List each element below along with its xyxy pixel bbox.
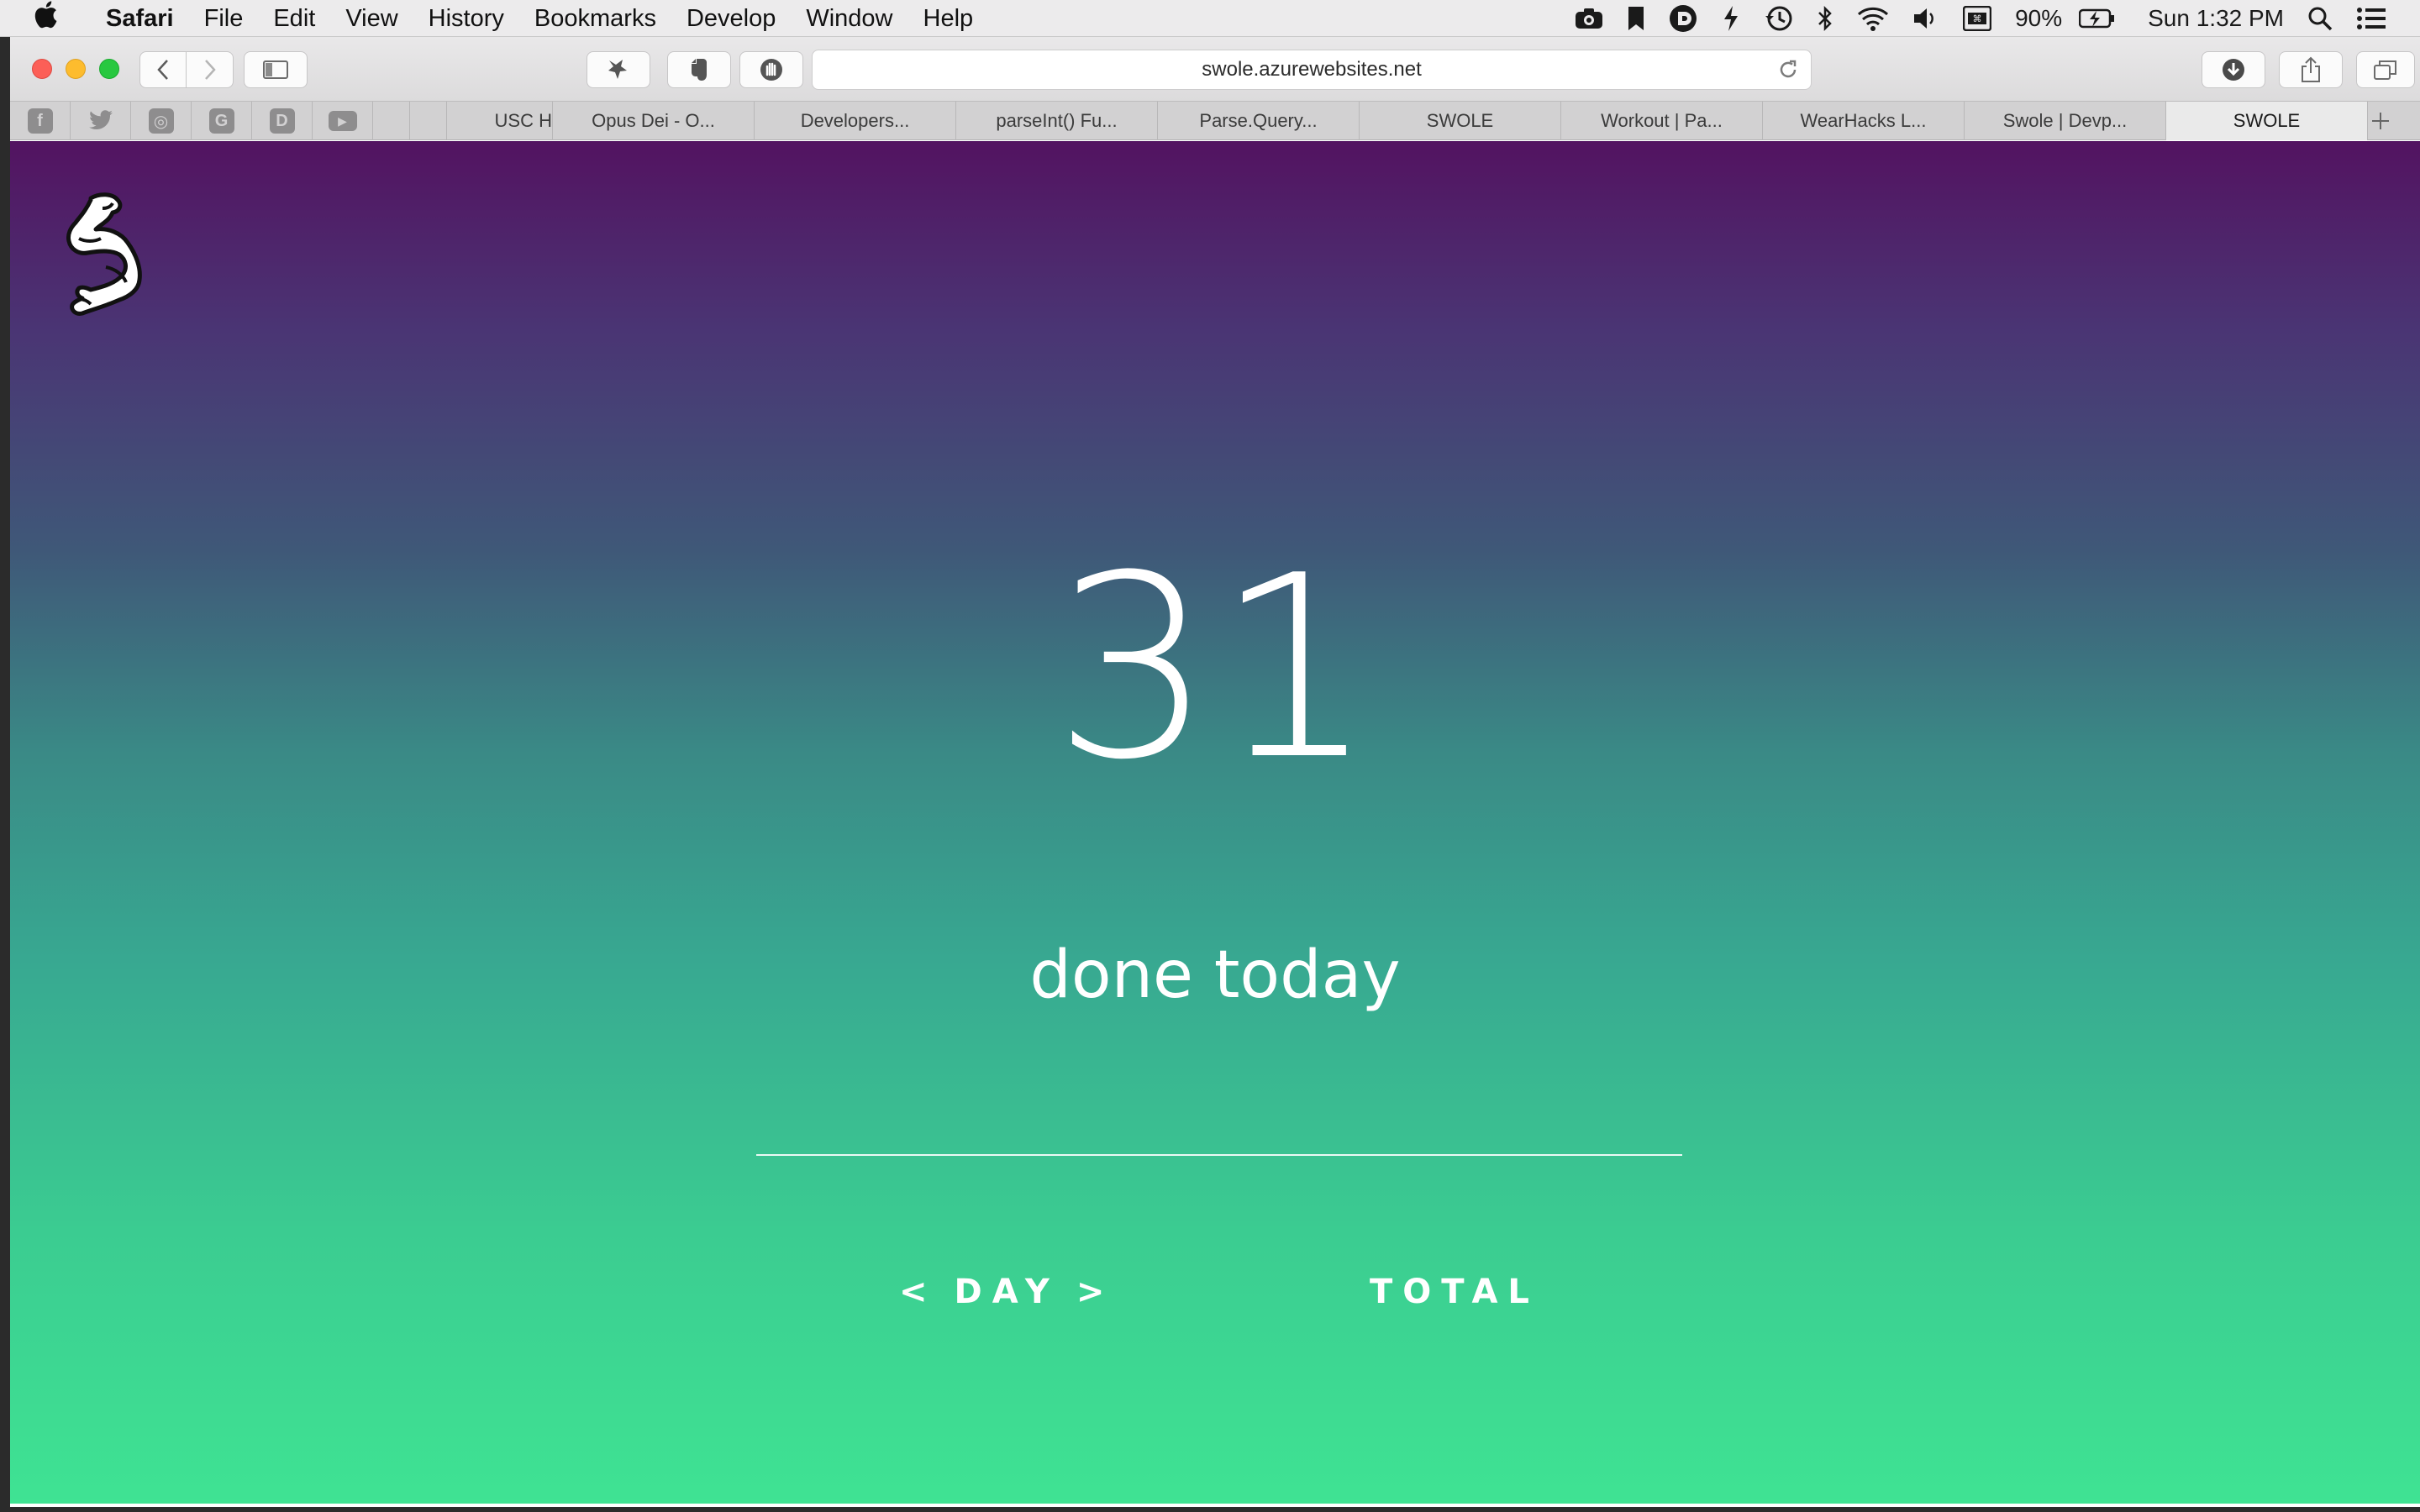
menu-file[interactable]: File [189, 0, 259, 37]
chevron-left-icon [157, 60, 168, 80]
show-all-tabs-button[interactable] [2356, 51, 2415, 88]
pinned-tab-youtube[interactable]: ▶ [313, 102, 373, 140]
camera-icon[interactable] [1563, 0, 1615, 37]
empty-tab[interactable] [410, 102, 447, 139]
tab-parseint[interactable]: parseInt() Fu... [956, 102, 1158, 140]
window-zoom-button[interactable] [99, 59, 119, 79]
google-icon: G [208, 108, 234, 134]
plus-icon [2372, 112, 2389, 129]
previous-period-button[interactable]: < [892, 1273, 944, 1311]
bookmark-icon[interactable] [1615, 0, 1657, 37]
download-icon [2223, 59, 2244, 81]
dashlane-icon[interactable] [1657, 0, 1709, 37]
new-tab-button[interactable] [2368, 102, 2393, 139]
browser-window: swole.azurewebsites.net f ◎ G D ▶ USC H … [10, 37, 2420, 1507]
wifi-icon[interactable] [1845, 0, 1901, 37]
time-machine-icon[interactable] [1753, 0, 1805, 37]
d-icon: D [269, 108, 295, 134]
dollar-sign-icon[interactable] [1709, 0, 1753, 37]
youtube-icon: ▶ [328, 111, 357, 131]
tab-swole[interactable]: SWOLE [1360, 102, 1561, 140]
clock[interactable]: Sun 1:32 PM [2128, 0, 2296, 37]
forward-button[interactable] [187, 51, 234, 88]
tab-opus-dei[interactable]: Opus Dei - O... [553, 102, 755, 140]
show-sidebar-button[interactable] [244, 51, 308, 88]
twitter-icon [88, 108, 113, 134]
reps-count: 31 [1053, 522, 1377, 815]
notification-center-icon[interactable] [2344, 0, 2398, 37]
sidebar-icon [263, 60, 288, 79]
extension-adblock-button[interactable] [739, 51, 803, 88]
period-label-day[interactable]: DAY [955, 1273, 1060, 1311]
count-subtitle: done today [1029, 937, 1401, 1013]
instagram-icon: ◎ [148, 108, 174, 134]
facebook-icon: f [27, 108, 53, 134]
empty-tab[interactable] [373, 102, 410, 139]
window-minimize-button[interactable] [66, 59, 86, 79]
extension-evernote-button[interactable] [667, 51, 731, 88]
pinned-tab-d[interactable]: D [252, 102, 313, 140]
tab-developers[interactable]: Developers... [755, 102, 956, 140]
web-page: 31 done today < DAY > TOTAL [10, 141, 2420, 1504]
total-toggle[interactable]: TOTAL [1370, 1267, 1539, 1317]
menu-edit[interactable]: Edit [258, 0, 330, 37]
window-close-button[interactable] [32, 59, 52, 79]
svg-text:⌘: ⌘ [1973, 13, 1982, 24]
battery-charging-icon[interactable] [2067, 0, 2128, 37]
apple-menu-icon[interactable] [0, 0, 91, 36]
tab-swole-active[interactable]: SWOLE [2166, 102, 2368, 140]
address-bar[interactable]: swole.azurewebsites.net [812, 50, 1812, 90]
address-url: swole.azurewebsites.net [1202, 58, 1422, 81]
battery-percentage: 90% [2015, 4, 2063, 31]
next-period-button[interactable]: > [1070, 1273, 1122, 1311]
tab-usc[interactable]: USC H [447, 102, 553, 140]
menu-app-safari[interactable]: Safari [91, 0, 189, 37]
volume-icon[interactable] [1901, 0, 1951, 37]
tab-wearhacks[interactable]: WearHacks L... [1763, 102, 1965, 140]
tab-swole-devpost[interactable]: Swole | Devp... [1965, 102, 2166, 140]
status-area: ⌘ 90% Sun 1:32 PM [1563, 0, 2420, 37]
menu-window[interactable]: Window [791, 0, 908, 37]
tab-overview-icon [2374, 60, 2396, 80]
period-selector: < DAY > [892, 1267, 1121, 1317]
tab-workout[interactable]: Workout | Pa... [1561, 102, 1763, 140]
chevron-right-icon [204, 60, 216, 80]
bluetooth-icon[interactable] [1805, 0, 1845, 37]
keyboard-viewer-icon[interactable]: ⌘ [1951, 0, 2003, 37]
menu-bar: Safari File Edit View History Bookmarks … [0, 0, 2420, 37]
menu-bookmarks[interactable]: Bookmarks [519, 0, 671, 37]
menu-view[interactable]: View [330, 0, 413, 37]
pinned-tab-facebook[interactable]: f [10, 102, 71, 140]
pinned-tab-instagram[interactable]: ◎ [131, 102, 192, 140]
extension-ninja-button[interactable] [587, 51, 650, 88]
hand-stop-icon [760, 59, 782, 81]
menu-develop[interactable]: Develop [671, 0, 791, 37]
menu-help[interactable]: Help [908, 0, 989, 37]
pinned-tab-google[interactable]: G [192, 102, 252, 140]
back-button[interactable] [139, 51, 187, 88]
menu-history[interactable]: History [413, 0, 519, 37]
tab-bar: f ◎ G D ▶ USC H Opus Dei - O... Develope… [10, 102, 2420, 140]
browser-toolbar: swole.azurewebsites.net [10, 37, 2420, 102]
reload-icon[interactable] [1777, 50, 1799, 89]
share-icon [2302, 56, 2320, 82]
share-button[interactable] [2279, 51, 2343, 88]
spotlight-search-icon[interactable] [2296, 0, 2344, 37]
downloads-button[interactable] [2202, 51, 2265, 88]
evernote-icon [692, 59, 707, 81]
tab-parse-query[interactable]: Parse.Query... [1158, 102, 1360, 140]
swole-logo-icon[interactable] [54, 190, 148, 321]
ninja-icon [608, 60, 627, 79]
divider [756, 1154, 1682, 1156]
pinned-tab-twitter[interactable] [71, 102, 131, 140]
